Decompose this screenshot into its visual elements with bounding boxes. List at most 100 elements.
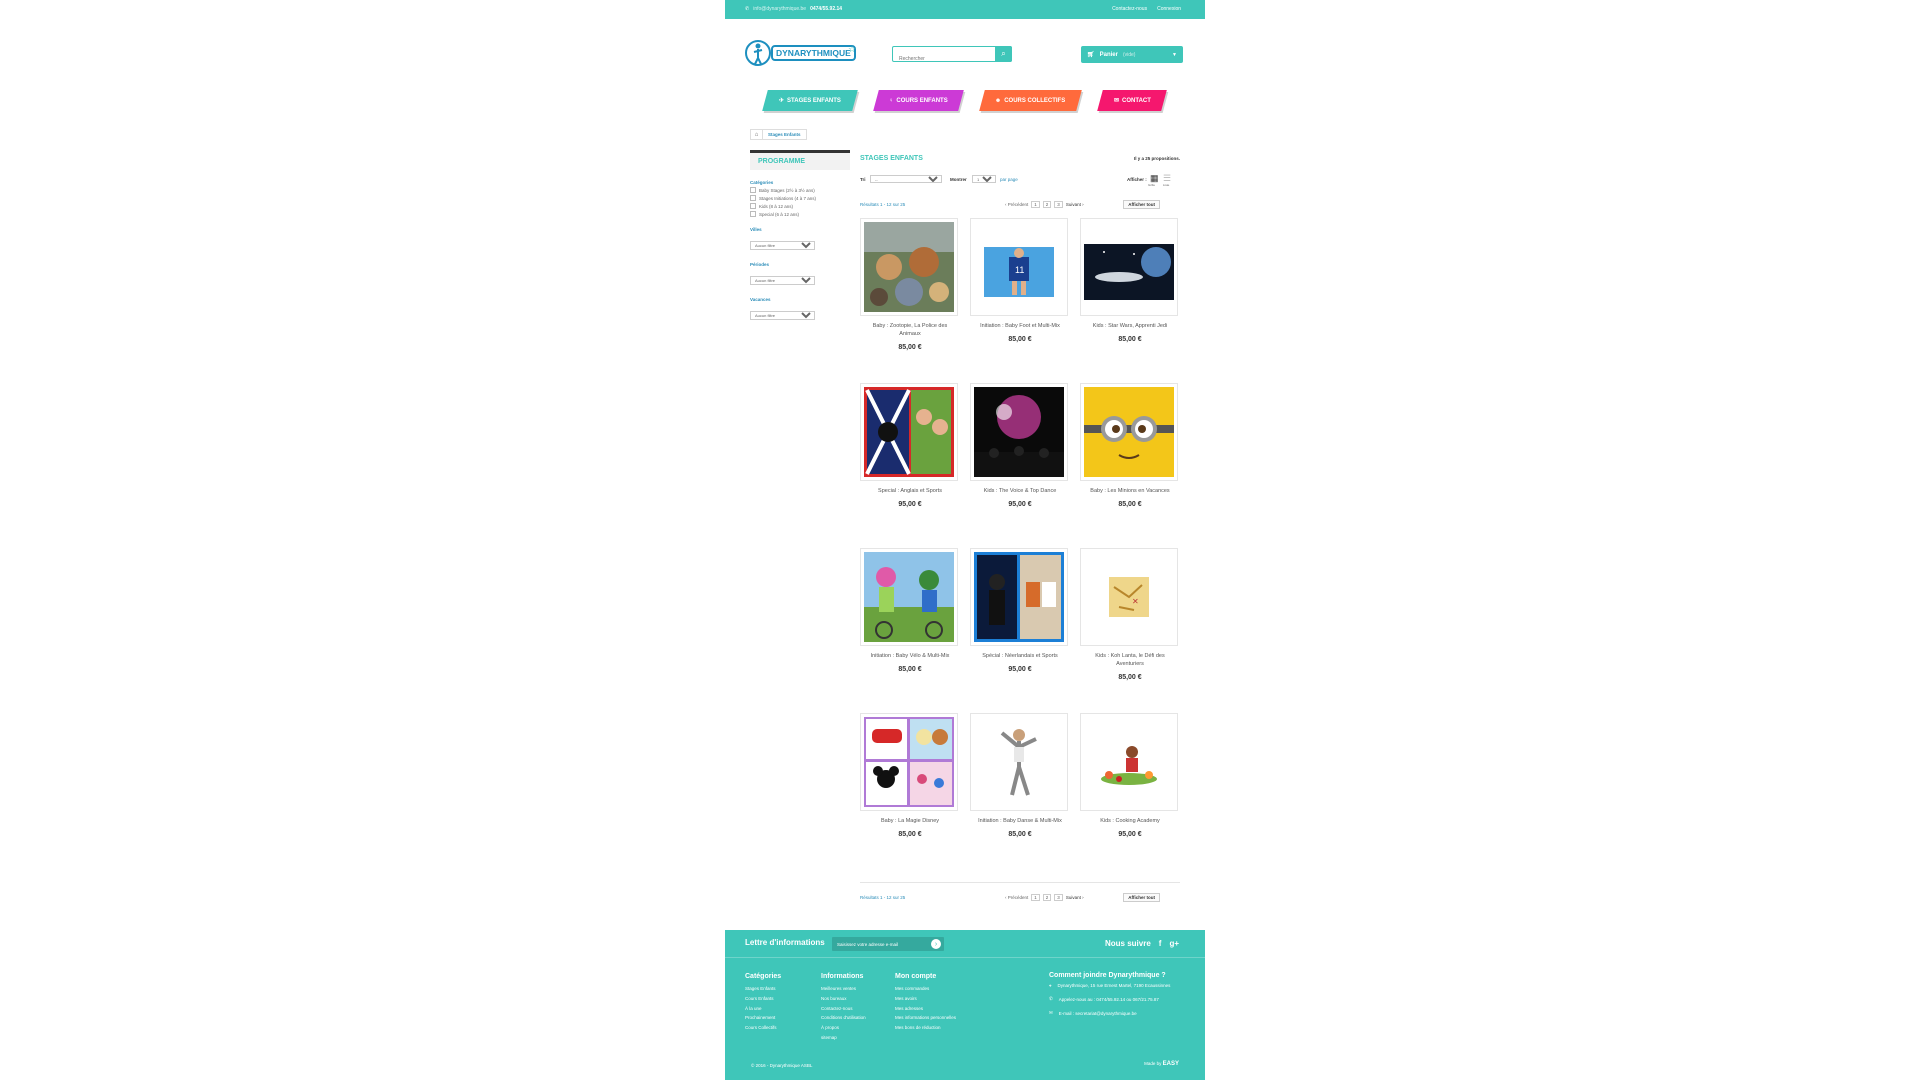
page-link-2[interactable]: 2 xyxy=(1042,200,1052,208)
next-page-link[interactable]: Suivant › xyxy=(1066,202,1084,207)
footer-link[interactable]: Cours Collectifs xyxy=(745,1023,781,1033)
category-checkbox[interactable]: Baby Stages (2½ à 3½ ans) xyxy=(750,187,850,193)
nav-contact[interactable]: ✉ CONTACT xyxy=(1097,90,1167,111)
product-card[interactable]: Baby : Zootopie, La Police des Animaux 8… xyxy=(860,218,960,383)
product-name[interactable]: Baby : Zootopie, La Police des Animaux xyxy=(860,322,960,338)
page-link-1[interactable]: 1 xyxy=(1031,200,1040,208)
product-name[interactable]: Kids : Cooking Academy xyxy=(1080,817,1180,825)
footer-col-account: Mon compte Mes commandes Mes avoirs Mes … xyxy=(895,972,956,1033)
category-checkbox[interactable]: Kids (8 à 12 ans) xyxy=(750,203,850,209)
product-name[interactable]: Kids : The Voice & Top Dance xyxy=(970,487,1070,495)
search-input[interactable] xyxy=(897,52,993,66)
footer-col-title: Informations xyxy=(821,973,864,980)
sort-select[interactable]: -- xyxy=(870,175,942,183)
product-image[interactable] xyxy=(970,713,1068,811)
checkbox[interactable] xyxy=(750,195,756,201)
login-link[interactable]: Connexion xyxy=(1157,6,1181,12)
footer-link[interactable]: Mes avoirs xyxy=(895,994,956,1004)
product-image[interactable] xyxy=(860,383,958,481)
map-marker-icon: ⌖ xyxy=(1049,983,1052,988)
footer-link[interactable]: Stages Enfants xyxy=(745,984,781,994)
product-image[interactable] xyxy=(860,548,958,646)
periodes-select[interactable]: Aucun filtre xyxy=(750,276,815,285)
footer-link[interactable]: Mes informations personnelles xyxy=(895,1013,956,1023)
nav-cours-collectifs[interactable]: ☻ COURS COLLECTIFS xyxy=(979,90,1082,111)
product-name[interactable]: Baby : Les Minions en Vacances xyxy=(1080,487,1180,495)
footer-link[interactable]: À la une xyxy=(745,1004,781,1014)
page-link-1[interactable]: 1 xyxy=(1031,893,1040,901)
category-label: Stages Initiations (4 à 7 ans) xyxy=(759,195,817,201)
cart-button[interactable]: 🛒︎ Panier (vide) ▼ xyxy=(1081,46,1183,63)
product-name[interactable]: Special : Anglais et Sports xyxy=(860,487,960,495)
search-button[interactable]: ⌕ xyxy=(995,46,1012,62)
product-image[interactable] xyxy=(860,713,958,811)
product-name[interactable]: Initiation : Baby Foot et Multi-Mix xyxy=(970,322,1070,330)
prev-page-link[interactable]: ‹ Précédent xyxy=(1005,202,1028,207)
product-image[interactable] xyxy=(860,218,958,316)
disney-image xyxy=(864,717,954,807)
facebook-icon[interactable]: f xyxy=(1159,939,1162,948)
checkbox[interactable] xyxy=(750,211,756,217)
contact-email[interactable]: E-mail : secretariat@dynarythmique.be xyxy=(1059,1011,1137,1016)
footer-link[interactable]: Nos bureaux xyxy=(821,994,866,1004)
product-card[interactable]: Baby : La Magie Disney 85,00 € xyxy=(860,713,960,878)
contact-link[interactable]: Contactez-nous xyxy=(1112,6,1147,12)
home-icon[interactable]: ⌂ xyxy=(750,129,763,140)
vacances-select[interactable]: Aucun filtre xyxy=(750,311,815,320)
checkbox[interactable] xyxy=(750,203,756,209)
footer-link[interactable]: Conditions d'utilisation xyxy=(821,1013,866,1023)
next-page-link[interactable]: Suivant › xyxy=(1066,895,1084,900)
product-card[interactable]: Kids : The Voice & Top Dance 95,00 € xyxy=(970,383,1070,548)
product-name[interactable]: Baby : La Magie Disney xyxy=(860,817,960,825)
product-image[interactable] xyxy=(1080,713,1178,811)
product-card[interactable]: 11 Initiation : Baby Foot et Multi-Mix 8… xyxy=(970,218,1070,383)
product-card[interactable]: Initiation : Baby Vélo & Multi-Mix 85,00… xyxy=(860,548,960,713)
product-card[interactable]: Kids : Star Wars, Apprenti Jedi 85,00 € xyxy=(1080,218,1180,383)
product-name[interactable]: Spécial : Néerlandais et Sports xyxy=(970,652,1070,660)
page-link-3[interactable]: 3 xyxy=(1054,200,1063,208)
checkbox[interactable] xyxy=(750,187,756,193)
newsletter-input[interactable]: Saisissez votre adresse e-mail › xyxy=(832,937,944,951)
product-card[interactable]: Spécial : Néerlandais et Sports 95,00 € xyxy=(970,548,1070,713)
product-image[interactable] xyxy=(970,548,1068,646)
product-card[interactable]: ✕ Kids : Koh Lanta, le Défi des Aventuri… xyxy=(1080,548,1180,713)
product-image[interactable]: 11 xyxy=(970,218,1068,316)
product-image[interactable] xyxy=(1080,218,1178,316)
show-all-button[interactable]: Afficher tout xyxy=(1123,199,1160,209)
topbar-email[interactable]: info@dynarythmique.be xyxy=(753,6,806,12)
product-card[interactable]: Kids : Cooking Academy 95,00 € xyxy=(1080,713,1180,878)
product-card[interactable]: Special : Anglais et Sports 95,00 € xyxy=(860,383,960,548)
footer-link[interactable]: Prochainement xyxy=(745,1013,781,1023)
nav-stages-enfants[interactable]: ✈ STAGES ENFANTS xyxy=(762,90,858,111)
product-name[interactable]: Initiation : Baby Danse & Multi-Mix xyxy=(970,817,1070,825)
page-link-2[interactable]: 2 xyxy=(1042,893,1052,901)
product-card[interactable]: Initiation : Baby Danse & Multi-Mix 85,0… xyxy=(970,713,1070,878)
footer-link[interactable]: Mes commandes xyxy=(895,984,956,994)
category-checkbox[interactable]: Special (6 à 12 ans) xyxy=(750,211,850,217)
footer-link[interactable]: À propos xyxy=(821,1023,866,1033)
nav-cours-enfants[interactable]: ♀ COURS ENFANTS xyxy=(873,90,964,111)
product-image[interactable] xyxy=(970,383,1068,481)
footer-link[interactable]: Mes bons de réduction xyxy=(895,1023,956,1033)
footer-link[interactable]: Mes adresses xyxy=(895,1004,956,1014)
arrow-right-icon[interactable]: › xyxy=(931,939,941,949)
footer-link[interactable]: Meilleures ventes xyxy=(821,984,866,994)
made-by[interactable]: Made by EASY xyxy=(1144,1061,1179,1067)
footer-link[interactable]: sitemap xyxy=(821,1033,866,1043)
product-image[interactable] xyxy=(1080,383,1178,481)
villes-select[interactable]: Aucun filtre xyxy=(750,241,815,250)
site-logo[interactable]: DYNARYTHMIQUE ☆ xyxy=(745,38,857,68)
product-name[interactable]: Kids : Star Wars, Apprenti Jedi xyxy=(1080,322,1180,330)
product-name[interactable]: Kids : Koh Lanta, le Défi des Aventurier… xyxy=(1080,652,1180,668)
product-card[interactable]: Baby : Les Minions en Vacances 85,00 € xyxy=(1080,383,1180,548)
google-plus-icon[interactable]: g+ xyxy=(1169,939,1179,948)
per-page-select[interactable]: 12 xyxy=(972,175,996,183)
footer-link[interactable]: Contactez-nous xyxy=(821,1004,866,1014)
show-all-button[interactable]: Afficher tout xyxy=(1123,892,1160,902)
category-checkbox[interactable]: Stages Initiations (4 à 7 ans) xyxy=(750,195,850,201)
product-name[interactable]: Initiation : Baby Vélo & Multi-Mix xyxy=(860,652,960,660)
prev-page-link[interactable]: ‹ Précédent xyxy=(1005,895,1028,900)
page-link-3[interactable]: 3 xyxy=(1054,893,1063,901)
product-image[interactable]: ✕ xyxy=(1080,548,1178,646)
footer-link[interactable]: Cours Enfants xyxy=(745,994,781,1004)
